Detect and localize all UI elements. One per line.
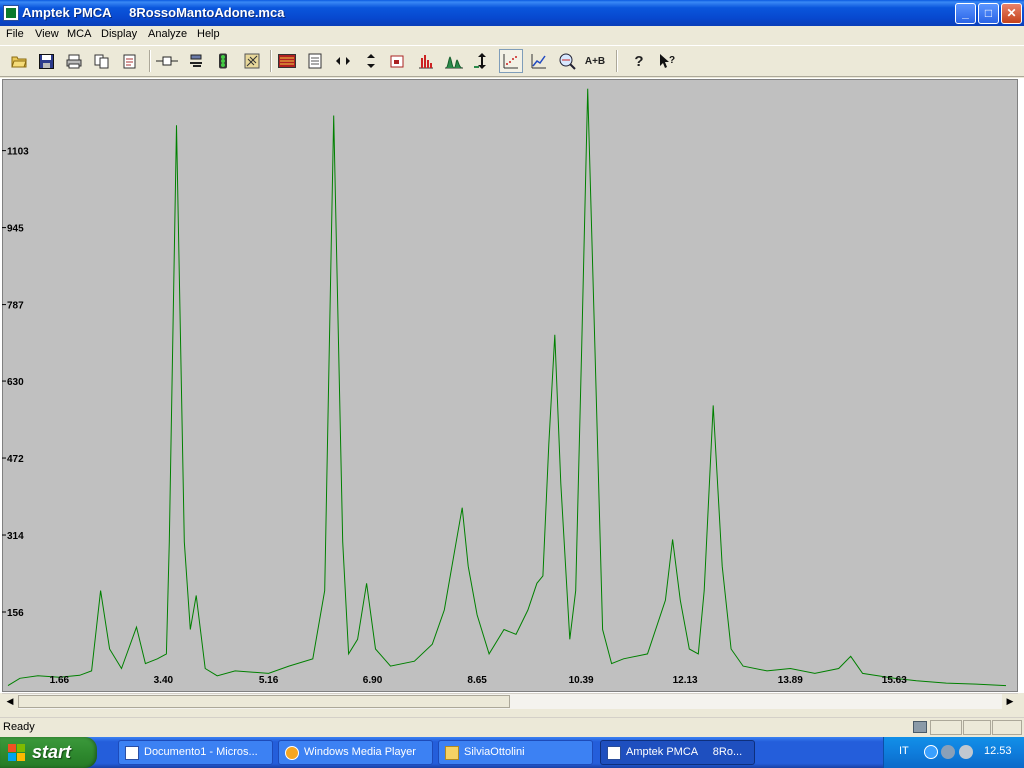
- histogram-icon[interactable]: [414, 49, 438, 73]
- context-help-icon[interactable]: ?: [655, 49, 679, 73]
- x-tick-label: 8.65: [467, 675, 487, 686]
- language-indicator[interactable]: IT: [899, 745, 909, 757]
- taskbar: start Documento1 - Micros... Windows Med…: [0, 737, 1024, 768]
- spectrum-display-icon[interactable]: [275, 49, 299, 73]
- status-pane: [963, 720, 991, 735]
- calibrate-icon[interactable]: [240, 49, 264, 73]
- save-icon[interactable]: [34, 49, 58, 73]
- x-tick-label: 10.39: [569, 675, 594, 686]
- pmca-icon: [607, 746, 621, 760]
- media-player-icon: [285, 746, 299, 760]
- window-title: Amptek PMCA 8RossoMantoAdone.mca: [22, 5, 285, 20]
- spectrum-chart[interactable]: 156 314 472 630 787 945 1103 1.66 3.40 5.16 6.90 8.…: [2, 79, 1018, 692]
- system-tray: IT 12.53: [883, 737, 1024, 768]
- menu-mca[interactable]: MCA: [67, 28, 91, 40]
- minimize-button[interactable]: _: [955, 3, 976, 24]
- roi-marker-icon[interactable]: [155, 49, 179, 73]
- zoom-box-icon[interactable]: [386, 49, 410, 73]
- spectrum-series-line: [7, 88, 1007, 687]
- start-label: start: [32, 742, 72, 762]
- expand-vertical-icon[interactable]: [359, 49, 383, 73]
- zoom-search-icon[interactable]: [555, 49, 579, 73]
- y-tick-label: 945: [7, 224, 24, 235]
- clear-roi-icon[interactable]: [184, 49, 208, 73]
- task-label: SilviaOttolini: [464, 746, 525, 758]
- peaks-icon[interactable]: [442, 49, 466, 73]
- x-tick-label: 6.90: [363, 675, 383, 686]
- points-mode-icon[interactable]: [499, 49, 523, 73]
- menu-analyze[interactable]: Analyze: [148, 28, 187, 40]
- taskbar-button-word[interactable]: Documento1 - Micros...: [118, 740, 273, 765]
- scroll-right-arrow-icon[interactable]: ▶: [1002, 694, 1018, 709]
- taskbar-button-media-player[interactable]: Windows Media Player: [278, 740, 433, 765]
- menu-display[interactable]: Display: [101, 28, 137, 40]
- x-tick-label: 13.89: [778, 675, 803, 686]
- horizontal-scrollbar[interactable]: ◀ ▶: [2, 693, 1018, 709]
- auto-scale-icon[interactable]: [470, 49, 494, 73]
- open-icon[interactable]: [7, 49, 31, 73]
- status-pane: [930, 720, 962, 735]
- taskbar-button-pmca[interactable]: Amptek PMCA 8Ro...: [600, 740, 755, 765]
- task-label: Documento1 - Micros...: [144, 746, 258, 758]
- line-mode-icon[interactable]: [527, 49, 551, 73]
- folder-icon: [445, 746, 459, 760]
- windows-logo-icon: [8, 744, 26, 762]
- task-label: Windows Media Player: [304, 746, 416, 758]
- title-bar[interactable]: Amptek PMCA 8RossoMantoAdone.mca _ □ ✕: [0, 0, 1024, 26]
- show-hidden-icons-icon[interactable]: [924, 745, 938, 759]
- expand-horizontal-icon[interactable]: [331, 49, 355, 73]
- menu-bar: File View MCA Display Analyze Help: [0, 26, 1024, 45]
- menu-view[interactable]: View: [35, 28, 59, 40]
- x-tick-label: 5.16: [259, 675, 279, 686]
- toolbar: A+B ? ?: [0, 45, 1024, 77]
- scrollbar-thumb[interactable]: [18, 695, 510, 708]
- properties-icon[interactable]: [303, 49, 327, 73]
- y-tick-label: 630: [7, 377, 24, 388]
- report-icon[interactable]: [118, 49, 142, 73]
- x-tick-label: 1.66: [50, 675, 70, 686]
- y-tick-label: 472: [7, 454, 24, 465]
- print-icon[interactable]: [62, 49, 86, 73]
- svg-text:?: ?: [669, 55, 675, 66]
- x-tick-label: 12.13: [673, 675, 698, 686]
- task-label: Amptek PMCA 8Ro...: [626, 746, 743, 758]
- status-bar: Ready: [0, 717, 1024, 737]
- menu-help[interactable]: Help: [197, 28, 220, 40]
- y-tick-label: 787: [7, 301, 24, 312]
- clock: 12.53: [984, 745, 1012, 757]
- help-icon[interactable]: ?: [627, 49, 651, 73]
- menu-file[interactable]: File: [6, 28, 24, 40]
- x-tick-label: 3.40: [154, 675, 174, 686]
- copy-icon[interactable]: [90, 49, 114, 73]
- maximize-button[interactable]: □: [978, 3, 999, 24]
- word-icon: [125, 746, 139, 760]
- app-icon[interactable]: [3, 5, 19, 21]
- y-tick-label: 1103: [7, 147, 29, 158]
- status-text: Ready: [3, 721, 35, 733]
- traffic-light-icon[interactable]: [211, 49, 235, 73]
- volume-icon[interactable]: [959, 745, 973, 759]
- status-device-icon: [913, 721, 927, 733]
- compare-spectra-button[interactable]: A+B: [583, 49, 607, 73]
- taskbar-button-folder[interactable]: SilviaOttolini: [438, 740, 593, 765]
- status-pane: [992, 720, 1022, 735]
- x-tick-label: 15.63: [882, 675, 907, 686]
- scroll-left-arrow-icon[interactable]: ◀: [2, 694, 18, 709]
- start-button[interactable]: start: [0, 737, 97, 768]
- y-tick-label: 314: [7, 531, 24, 542]
- close-button[interactable]: ✕: [1001, 3, 1022, 24]
- network-icon[interactable]: [941, 745, 955, 759]
- y-tick-label: 156: [7, 608, 24, 619]
